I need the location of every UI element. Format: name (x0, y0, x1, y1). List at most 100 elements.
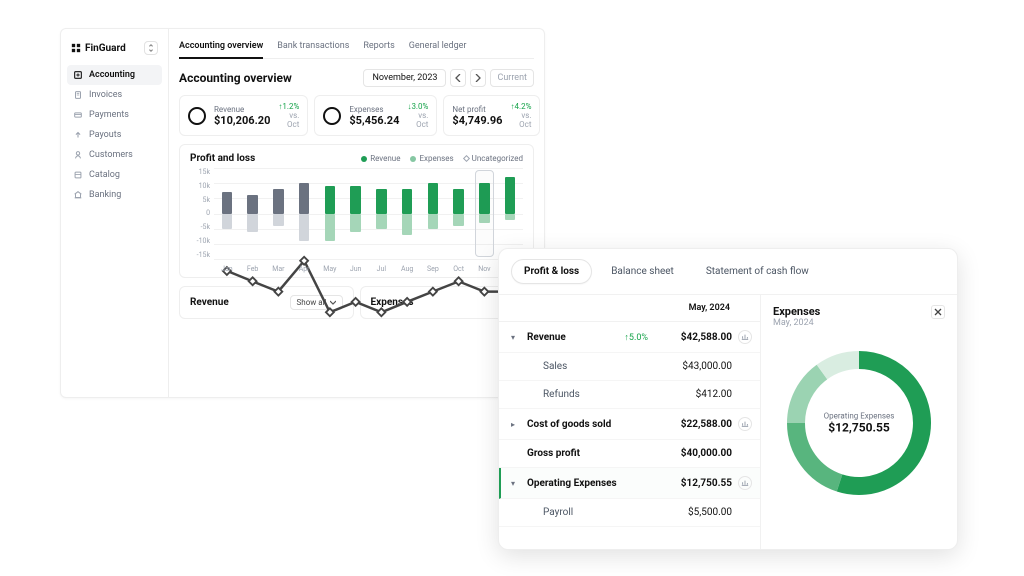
tab-general-ledger[interactable]: General ledger (409, 37, 467, 58)
pl-row-sales: Sales$43,000.00 (499, 353, 760, 381)
period-controls: November, 2023 Current (363, 69, 534, 87)
row-chart-icon[interactable] (738, 330, 752, 344)
row-label: Sales (527, 361, 654, 372)
row-value: $22,588.00 (654, 419, 732, 430)
pl-row-revenue[interactable]: ▾Revenue↑5.0%$42,588.00 (499, 322, 760, 353)
bar-feb[interactable] (240, 168, 266, 259)
bar-aug[interactable] (394, 168, 420, 259)
row-label: Refunds (527, 389, 654, 400)
sidebar-item-label: Customers (89, 150, 133, 160)
donut-center-value: $12,750.55 (824, 421, 895, 435)
pl-row-payroll: Payroll$5,500.00 (499, 499, 760, 527)
caret-down-icon[interactable]: ▾ (511, 333, 521, 342)
accounting-icon (73, 70, 83, 80)
bar-mar[interactable] (266, 168, 292, 259)
sparkline-ring-icon (188, 107, 206, 125)
banking-icon (73, 190, 83, 200)
brand-icon (71, 43, 81, 53)
payments-icon (73, 110, 83, 120)
donut-center: Operating Expenses $12,750.55 (824, 412, 895, 435)
bar-jul[interactable] (369, 168, 395, 259)
bar-nov[interactable] (472, 168, 498, 259)
period-prev-button[interactable] (450, 69, 466, 87)
revenue-card[interactable]: Revenue Show all (179, 286, 354, 319)
workspace-switcher[interactable]: FinGuard (67, 37, 162, 65)
sidebar-item-customers[interactable]: Customers (67, 145, 162, 165)
kpi-value: $5,456.24 (349, 114, 399, 127)
period-month-button[interactable]: November, 2023 (363, 69, 446, 87)
caret-right-icon[interactable]: ▸ (511, 420, 521, 429)
bottom-cards: Revenue Show all Expenses (179, 286, 534, 319)
row-label: Payroll (527, 507, 654, 518)
row-delta: ↑5.0% (624, 332, 648, 343)
pl-row-gross-profit[interactable]: Gross profit$40,000.00 (499, 440, 760, 468)
statement-panel: Profit & lossBalance sheetStatement of c… (498, 248, 958, 550)
pl-row-refunds: Refunds$412.00 (499, 381, 760, 409)
kpi-delta: ↓3.0% (407, 102, 428, 111)
kpi-value: $10,206.20 (214, 114, 270, 127)
tab-bank-transactions[interactable]: Bank transactions (277, 37, 349, 58)
donut-seg-c[interactable] (796, 372, 822, 423)
statement-tab-balance-sheet[interactable]: Balance sheet (598, 259, 687, 284)
close-button[interactable] (931, 305, 945, 319)
x-tick: Oct (446, 265, 472, 273)
statement-tab-profit-loss[interactable]: Profit & loss (511, 259, 592, 284)
kpi-label: Expenses (349, 105, 399, 114)
main-content: Accounting overview Bank transactions Repo… (169, 29, 544, 397)
sidebar-item-payouts[interactable]: Payouts (67, 125, 162, 145)
statement-tab-statement-of-cash-flow[interactable]: Statement of cash flow (693, 259, 822, 284)
show-all-button[interactable]: Show all (290, 295, 343, 310)
section-tabs: Accounting overview Bank transactions Repo… (179, 37, 534, 59)
sidebar-item-payments[interactable]: Payments (67, 105, 162, 125)
donut-center-label: Operating Expenses (824, 412, 895, 421)
bar-sep[interactable] (420, 168, 446, 259)
kpi-net-profit[interactable]: Net profit$4,749.96↑4.2%vs. Oct (443, 95, 540, 136)
kpi-compare: vs. Oct (510, 111, 531, 129)
bar-jun[interactable] (343, 168, 369, 259)
sidebar-item-catalog[interactable]: Catalog (67, 165, 162, 185)
period-next-button[interactable] (470, 69, 486, 87)
sidebar-item-label: Catalog (89, 170, 120, 180)
sidebar-item-label: Accounting (89, 70, 135, 80)
row-label: Gross profit (527, 448, 654, 459)
donut-seg-d[interactable] (822, 360, 859, 372)
row-value: $412.00 (654, 389, 732, 400)
payouts-icon (73, 130, 83, 140)
row-label: Operating Expenses (527, 478, 654, 489)
bar-dec[interactable] (497, 168, 523, 259)
row-label: Revenue (527, 332, 624, 343)
kpi-expenses[interactable]: Expenses$5,456.24↓3.0%vs. Oct (314, 95, 437, 136)
customers-icon (73, 150, 83, 160)
expenses-card-title: Expenses (371, 297, 414, 308)
row-chart-icon[interactable] (738, 417, 752, 431)
tab-reports[interactable]: Reports (363, 37, 394, 58)
bar-oct[interactable] (446, 168, 472, 259)
tab-accounting-overview[interactable]: Accounting overview (179, 37, 263, 59)
donut-title: Expenses (773, 305, 820, 318)
profit-loss-chart[interactable]: 15k10k5k0-5k-10k-15k JanFebMarAprMayJunJ… (190, 168, 523, 273)
bar-may[interactable] (317, 168, 343, 259)
row-label: Cost of goods sold (527, 419, 654, 430)
kpi-compare: vs. Oct (278, 111, 299, 129)
kpi-revenue[interactable]: Revenue$10,206.20↑1.2%vs. Oct (179, 95, 308, 136)
x-tick: Apr (291, 265, 317, 273)
caret-down-icon[interactable]: ▾ (511, 479, 521, 488)
sidebar-item-banking[interactable]: Banking (67, 185, 162, 205)
workspace-chevrons-icon[interactable] (144, 41, 158, 55)
donut-subtitle: May, 2024 (773, 318, 820, 328)
pl-row-cost-of-goods-sold[interactable]: ▸ Cost of goods sold$22,588.00 (499, 409, 760, 440)
legend-revenue-label: Revenue (370, 154, 400, 163)
row-chart-icon[interactable] (738, 476, 752, 490)
sidebar-item-invoices[interactable]: Invoices (67, 85, 162, 105)
sidebar-item-accounting[interactable]: Accounting (67, 65, 162, 85)
pl-row-operating-expenses[interactable]: ▾Operating Expenses$12,750.55 (499, 468, 760, 499)
kpi-delta: ↑1.2% (278, 102, 299, 111)
kpi-row: Revenue$10,206.20↑1.2%vs. OctExpenses$5,… (179, 95, 534, 136)
expenses-donut-chart[interactable]: Operating Expenses $12,750.55 (784, 348, 934, 498)
bar-jan[interactable] (214, 168, 240, 259)
bar-apr[interactable] (291, 168, 317, 259)
period-current-button[interactable]: Current (490, 69, 534, 87)
chart-title: Profit and loss (190, 153, 255, 164)
kpi-value: $4,749.96 (452, 114, 502, 127)
legend-revenue-swatch (361, 156, 367, 162)
